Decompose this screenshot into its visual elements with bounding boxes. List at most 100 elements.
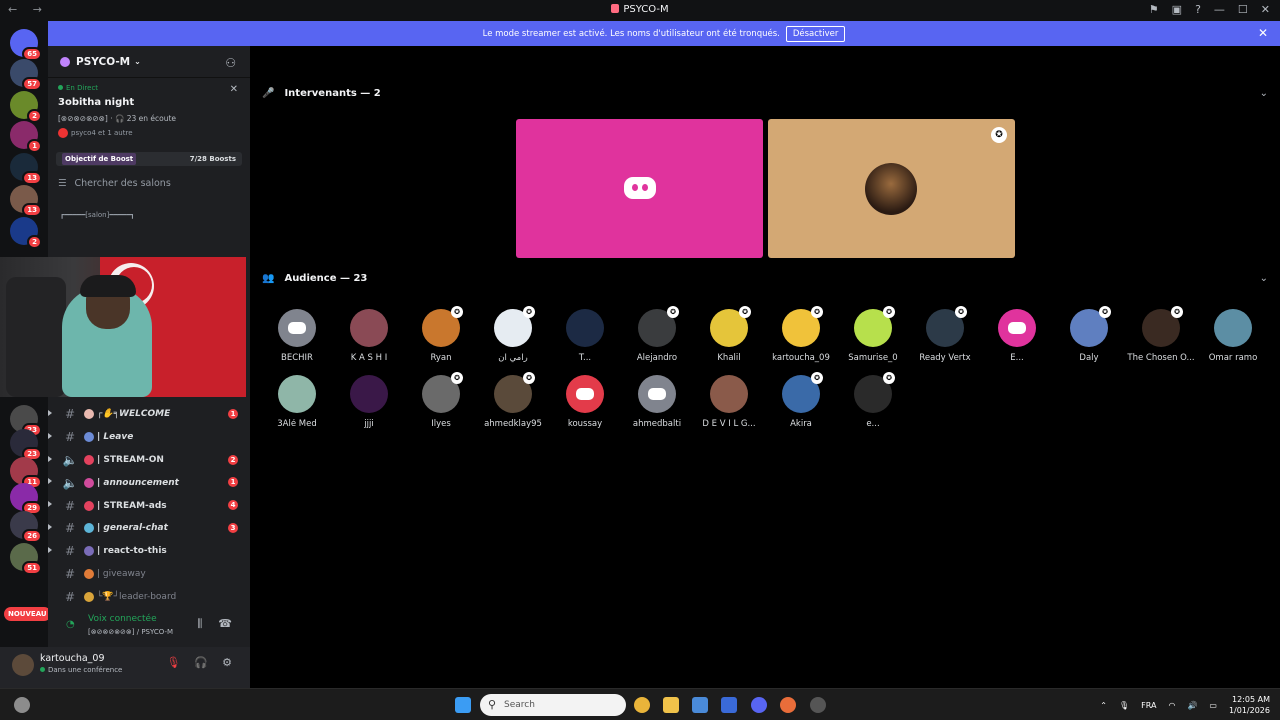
gear-icon[interactable]: ⚙ [222,656,232,669]
server-icon[interactable]: 2 [10,91,42,123]
channel-item[interactable]: 🔈 | announcement 1 [48,471,250,494]
file-explorer-icon[interactable] [663,697,679,713]
audience-member[interactable]: jjji [333,375,405,429]
server-icon[interactable]: 13 [10,185,42,217]
channel-item[interactable]: # | Leave [48,426,250,449]
voice-state[interactable]: Voix connectée [88,614,157,624]
server-icon[interactable]: 1 [10,121,42,153]
channel-item[interactable]: # | giveaway [48,563,250,586]
mic-icon[interactable]: 🎙 [1119,701,1129,710]
channel-item[interactable]: # | STREAM-ads 4 [48,494,250,517]
audience-member[interactable]: ✪ Alejandro [621,306,693,363]
mail-icon[interactable] [721,697,737,713]
avatar[interactable] [12,654,34,676]
close-window-button[interactable]: ✕ [1261,3,1270,16]
help-icon[interactable]: ? [1195,3,1201,16]
server-icon[interactable]: 13 [10,153,42,185]
boost-goal[interactable]: Objectif de Boost 7/28 Boosts [56,152,242,166]
disable-streamer-button[interactable]: Désactiver [785,25,846,42]
server-icon[interactable]: 23 [10,429,42,461]
windows-start-icon[interactable] [455,697,471,713]
inbox-icon[interactable]: ⚑ [1149,3,1159,16]
clock[interactable]: 12:05 AM 1/01/2026 [1229,694,1270,716]
audience-member[interactable]: ✪ Samurise_0 [837,306,909,363]
server-icon[interactable]: 57 [10,59,42,91]
noise-suppression-icon[interactable]: ⫼ [197,617,202,631]
voice-channel[interactable]: [⊗⊘⊗⊘⊗⊘⊗] / PSYCO-M [88,628,173,636]
avatar [350,375,388,413]
widgets-icon[interactable] [14,697,30,713]
audience-member[interactable]: D E V I L G... [693,375,765,429]
close-banner-icon[interactable]: ✕ [1258,26,1268,40]
audience-member[interactable]: 3Alé Med [261,375,333,429]
server-icon[interactable]: 29 [10,483,42,515]
disconnect-icon[interactable]: ☎ [218,617,232,631]
taskbar-search[interactable]: Search [480,694,626,716]
username[interactable]: kartoucha_09 [40,653,105,664]
audience-member[interactable]: ✪ Akira [765,372,837,429]
direct-messages-button[interactable]: 65 [10,29,42,61]
maximize-button[interactable]: ☐ [1238,3,1248,16]
server-icon[interactable]: 26 [10,511,42,543]
audience-member[interactable]: ✪ The Chosen O... [1125,306,1197,363]
mic-muted-icon[interactable]: 🎙 [166,656,180,669]
moderator-icon: ✪ [883,306,895,318]
volume-icon[interactable]: 🔊 [1187,701,1197,710]
invite-people-icon[interactable]: ⚇ [225,56,236,70]
server-header[interactable]: PSYCO-M ⌄ ⚇ [48,46,250,78]
audience-member[interactable]: BECHIR [261,309,333,363]
chevron-down-icon[interactable]: ⌄ [1260,88,1268,99]
channel-item[interactable]: # | general-chat 3 [48,517,250,540]
audience-member[interactable]: ✪ Ilyes [405,372,477,429]
audience-member[interactable]: ✪ رامي ان [477,306,549,363]
audience-member[interactable]: T... [549,309,621,363]
audience-member[interactable]: Omar ramo [1197,309,1269,363]
close-icon[interactable]: ✕ [230,84,238,95]
channel-search[interactable]: ☰ Chercher des salons [58,178,240,189]
speaker-tile[interactable]: ✪ [768,119,1015,258]
live-event-card[interactable]: En Direct 3obitha night [⊗⊘⊗⊘⊗⊘⊗] · 🎧 23… [48,78,250,144]
audience-member[interactable]: ✪ e... [837,372,909,429]
browser-icon[interactable] [780,697,796,713]
language[interactable]: FRA [1141,701,1156,710]
audience-member[interactable]: ✪ Ryan [405,306,477,363]
channel-name: | STREAM-ON [97,454,164,465]
chevron-down-icon[interactable]: ⌄ [1260,273,1268,284]
minimize-button[interactable]: — [1214,3,1225,16]
audience-member[interactable]: koussay [549,375,621,429]
signal-icon: ◔ [66,619,75,630]
wifi-icon[interactable]: ◠ [1168,701,1175,710]
headphones-icon[interactable]: 🎧 [194,656,208,669]
channel-item[interactable]: 🔈 | STREAM-ON 2 [48,449,250,472]
audience-member[interactable]: K A S H I [333,309,405,363]
server-icon[interactable]: 51 [10,543,42,575]
audience-member[interactable]: ahmedbalti [621,375,693,429]
battery-icon[interactable]: ▭ [1209,701,1217,710]
discord-taskbar-icon[interactable] [751,697,767,713]
screen-share-icon[interactable]: ▣ [1172,3,1182,16]
moderator-icon: ✪ [811,306,823,318]
audience-member[interactable]: ✪ kartoucha_09 [765,306,837,363]
user-controls: 🎙 🎧 ⚙ [166,656,232,669]
avatar: ✪ [494,306,535,347]
event-meta: [⊗⊘⊗⊘⊗⊘⊗] · 🎧 23 en écoute [58,114,177,123]
audience-member[interactable]: ✪ Daly [1053,306,1125,363]
server-icon[interactable]: 11 [10,457,42,489]
channel-item[interactable]: # ┌✋╕WELCOME 1 [48,403,250,426]
audience-member[interactable]: ✪ Ready Vertx [909,306,981,363]
speaker-tile[interactable] [516,119,763,258]
app-icon[interactable] [810,697,826,713]
avatar: ✪ [710,306,751,347]
audience-member[interactable]: E... [981,309,1053,363]
audience-member[interactable]: ✪ ahmedklay95 [477,372,549,429]
channel-item[interactable]: # | react-to-this [48,540,250,563]
category-divider[interactable]: ┏━━━━━[salon]━━━━━┓ [60,211,238,219]
store-icon[interactable] [692,697,708,713]
chevron-up-icon[interactable]: ⌃ [1100,701,1107,710]
audience-member[interactable]: ✪ Khalil [693,306,765,363]
chevron-down-icon: ⌄ [134,57,141,66]
channel-item[interactable]: # └🏆┘leader-board [48,585,250,608]
server-icon[interactable]: 2 [10,217,42,249]
boost-label: Objectif de Boost [62,153,137,165]
chrome-icon[interactable] [634,697,650,713]
